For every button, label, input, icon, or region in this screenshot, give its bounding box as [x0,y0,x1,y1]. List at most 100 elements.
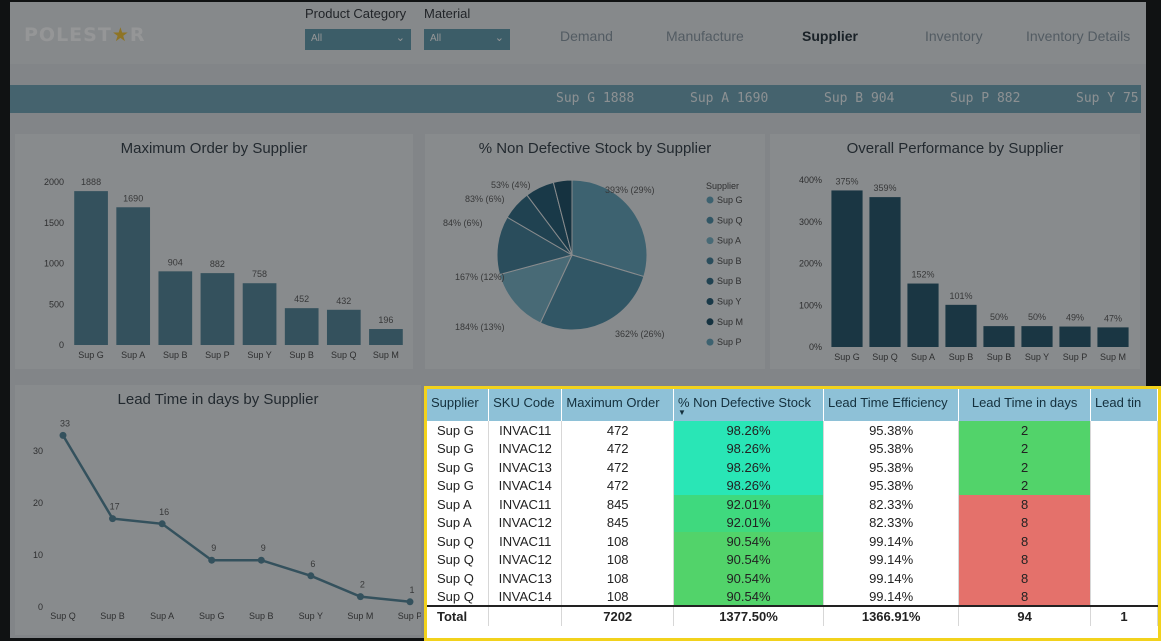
table-row[interactable]: Sup G INVAC12 472 98.26% 95.38% 2 [427,439,1158,458]
table-cell: 8 [958,550,1091,569]
material-select[interactable]: All ⌄ [424,29,510,50]
supplier-table[interactable]: Supplier SKU Code Maximum Order % Non De… [424,386,1161,641]
x-tick-label: Sup M [373,350,399,360]
table-cell: Sup G [427,421,490,440]
nav-inventory-details[interactable]: Inventory Details [1026,28,1130,44]
table-cell: 95.38% [823,439,960,458]
x-tick-label: Sup B [249,611,274,621]
x-tick-label: Sup G [78,350,104,360]
data-label: 17 [110,502,120,512]
material-filter[interactable]: Material All ⌄ [424,6,510,50]
product-category-select[interactable]: All ⌄ [305,29,411,50]
bar [284,308,319,345]
top-bar: POLEST★R Product Category All ⌄ Material … [10,2,1146,64]
table-cell: Sup Q [427,550,490,569]
data-point [307,572,315,580]
data-label: 16 [159,507,169,517]
x-tick-label: Sup Y [299,611,323,621]
material-label: Material [424,6,471,21]
total-cell: 7202 [561,605,674,626]
table-row[interactable]: Sup G INVAC14 472 98.26% 95.38% 2 [427,476,1158,495]
table-cell: INVAC11 [488,421,563,440]
table-cell: 108 [561,532,674,551]
table-cell: 82.33% [823,495,960,514]
col-supplier[interactable]: Supplier [427,389,490,421]
total-cell: 1377.50% [673,605,824,626]
y-tick-label: 100% [799,300,822,310]
table-cell: INVAC11 [488,495,563,514]
slice-label: 53% (4%) [491,180,531,190]
table-cell: 8 [958,587,1091,606]
col-lead-time-days[interactable]: Lead Time in days [958,389,1091,421]
table-row[interactable]: Sup Q INVAC12 108 90.54% 99.14% 8 [427,550,1158,569]
polestar-logo: POLEST★R [24,24,146,46]
table-cell: Sup G [427,476,490,495]
col-lead-time-efficiency[interactable]: Lead Time Efficiency [823,389,960,421]
ticker-item: Sup B 904 [824,91,895,106]
x-tick-label: Sup G [834,352,860,362]
table-row[interactable]: Sup Q INVAC14 108 90.54% 99.14% 8 [427,587,1158,606]
data-label: 758 [252,269,267,279]
nav-demand[interactable]: Demand [560,28,613,44]
table-row[interactable]: Sup G INVAC13 472 98.26% 95.38% 2 [427,458,1158,477]
sort-desc-icon: ▼ [678,408,686,417]
overall-performance-panel: Overall Performance by Supplier 0% 100% 20… [770,134,1140,369]
table-cell [1090,587,1158,606]
lead-time-chart: 010203033Sup Q17Sup B16Sup A9Sup G9Sup B… [33,418,421,621]
data-label: 882 [210,259,225,269]
table-row[interactable]: Sup A INVAC11 845 92.01% 82.33% 8 [427,495,1158,514]
legend-marker [706,338,714,346]
product-category-filter[interactable]: Product Category All ⌄ [305,6,411,50]
nav-manufacture[interactable]: Manufacture [666,28,744,44]
nav-supplier[interactable]: Supplier [802,28,858,44]
bar [242,283,277,345]
col-non-defective[interactable]: % Non Defective Stock ▼ [673,389,824,421]
table-cell: 99.14% [823,532,960,551]
table-cell: 2 [958,458,1091,477]
ticker-item: Sup G 1888 [556,91,635,106]
data-label: 452 [294,294,309,304]
non-defective-panel: % Non Defective Stock by Supplier 393% (… [425,134,765,369]
table-cell: 92.01% [673,495,824,514]
total-cell: 1366.91% [823,605,960,626]
data-label: 1690 [123,193,143,203]
data-label: 47% [1104,313,1122,323]
table-cell: 95.38% [823,476,960,495]
x-tick-label: Sup Q [331,350,357,360]
table-row[interactable]: Sup Q INVAC13 108 90.54% 99.14% 8 [427,569,1158,588]
table-cell: Sup G [427,439,490,458]
table-cell: 82.33% [823,513,960,532]
col-sku-code[interactable]: SKU Code [488,389,563,421]
y-tick-label: 200% [799,259,822,269]
data-label: 33 [60,418,70,428]
x-tick-label: Sup B [100,611,125,621]
table-cell [1090,495,1158,514]
x-tick-label: Sup B [949,352,974,362]
legend-entry: Sup M [717,317,743,327]
data-point [257,556,265,564]
data-label: 2 [360,580,365,590]
table-cell [1090,458,1158,477]
table-row[interactable]: Sup G INVAC11 472 98.26% 95.38% 2 [427,421,1158,440]
bar [116,207,151,345]
bar [158,271,193,345]
legend-entry: Sup Q [717,215,743,225]
data-label: 6 [310,559,315,569]
table-cell: INVAC13 [488,458,563,477]
col-lead-time-cut[interactable]: Lead tin [1090,389,1158,421]
table-row[interactable]: Sup Q INVAC11 108 90.54% 99.14% 8 [427,532,1158,551]
table-cell: 2 [958,476,1091,495]
data-label: 375% [835,176,858,186]
table-cell: INVAC14 [488,587,563,606]
table-cell: 8 [958,532,1091,551]
nav-inventory[interactable]: Inventory [925,28,983,44]
table-cell: 2 [958,439,1091,458]
table-row[interactable]: Sup A INVAC12 845 92.01% 82.33% 8 [427,513,1158,532]
y-tick-label: 10 [33,550,43,560]
table-cell: 95.38% [823,421,960,440]
legend-marker [706,277,714,285]
x-tick-label: Sup Y [1025,352,1049,362]
table-cell: Sup A [427,513,490,532]
col-maximum-order[interactable]: Maximum Order [561,389,674,421]
data-label: 49% [1066,313,1084,323]
